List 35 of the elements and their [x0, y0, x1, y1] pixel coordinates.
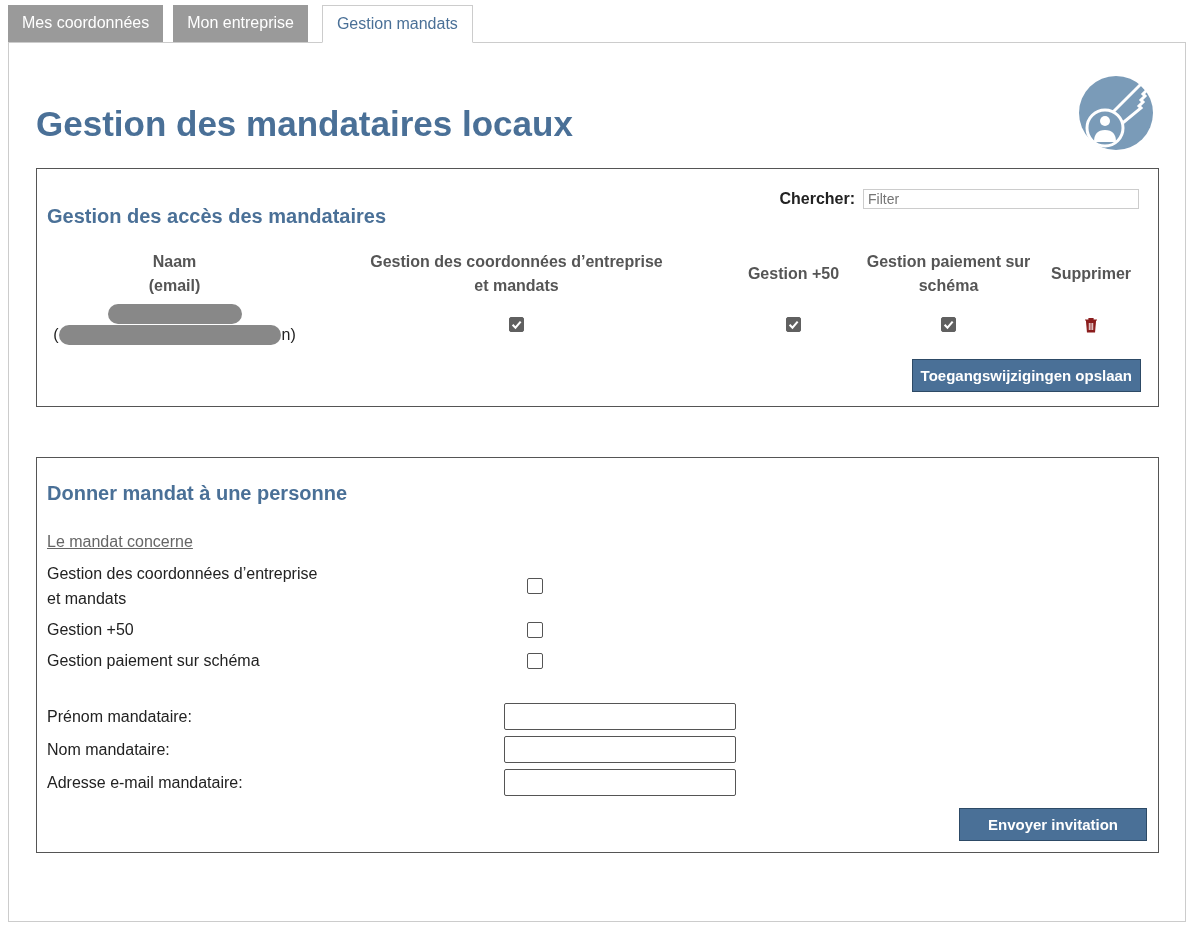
checkbox[interactable] [941, 317, 956, 332]
input-field[interactable] [504, 703, 736, 730]
send-invitation-button[interactable]: Envoyer invitation [958, 808, 1147, 841]
checkbox[interactable] [527, 578, 543, 594]
section-heading: Gestion des accès des mandataires [47, 205, 387, 228]
email-text: n) [281, 326, 296, 344]
checkbox[interactable] [786, 317, 801, 332]
input-field[interactable] [504, 736, 736, 763]
section-heading: Donner mandat à une personne [47, 482, 349, 505]
tab[interactable]: Gestion mandats [321, 5, 473, 43]
option-label: Gestion +50 [47, 620, 135, 640]
column-header: Supprimer [1050, 264, 1132, 284]
column-header: Naam (email) [147, 252, 202, 296]
search-field[interactable]: Filter [863, 189, 1139, 209]
field-label: Adresse e-mail mandataire: [47, 773, 244, 792]
page-title: Gestion des mandataires locaux [36, 104, 573, 144]
column-header: Gestion +50 [746, 264, 841, 284]
save-button[interactable]: Toegangswijzigingen opslaan [911, 359, 1141, 392]
tab[interactable]: Mes coordonnées [8, 5, 164, 42]
option-label: Gestion des coordonnées d’entreprise et mandats [47, 564, 319, 609]
checkbox[interactable] [527, 621, 543, 638]
column-header: Gestion paiement sur schéma [865, 252, 1032, 296]
section-subheading: Le mandat concerne [47, 533, 194, 551]
email-text: ( [53, 326, 59, 344]
field-label: Prénom mandataire: [47, 707, 193, 726]
field-label: Nom mandataire: [47, 740, 171, 759]
input-field[interactable] [504, 769, 736, 796]
checkbox[interactable] [509, 317, 524, 332]
trash-icon[interactable] [1084, 316, 1098, 333]
checkbox[interactable] [527, 652, 543, 669]
option-label: Gestion paiement sur schéma [47, 651, 261, 671]
key-person-icon [1079, 76, 1153, 150]
tab[interactable]: Mon entreprise [173, 5, 308, 42]
column-header: Gestion des coordonnées d’entreprise et mandats [369, 252, 664, 296]
search-label: Chercher: [779, 190, 855, 208]
